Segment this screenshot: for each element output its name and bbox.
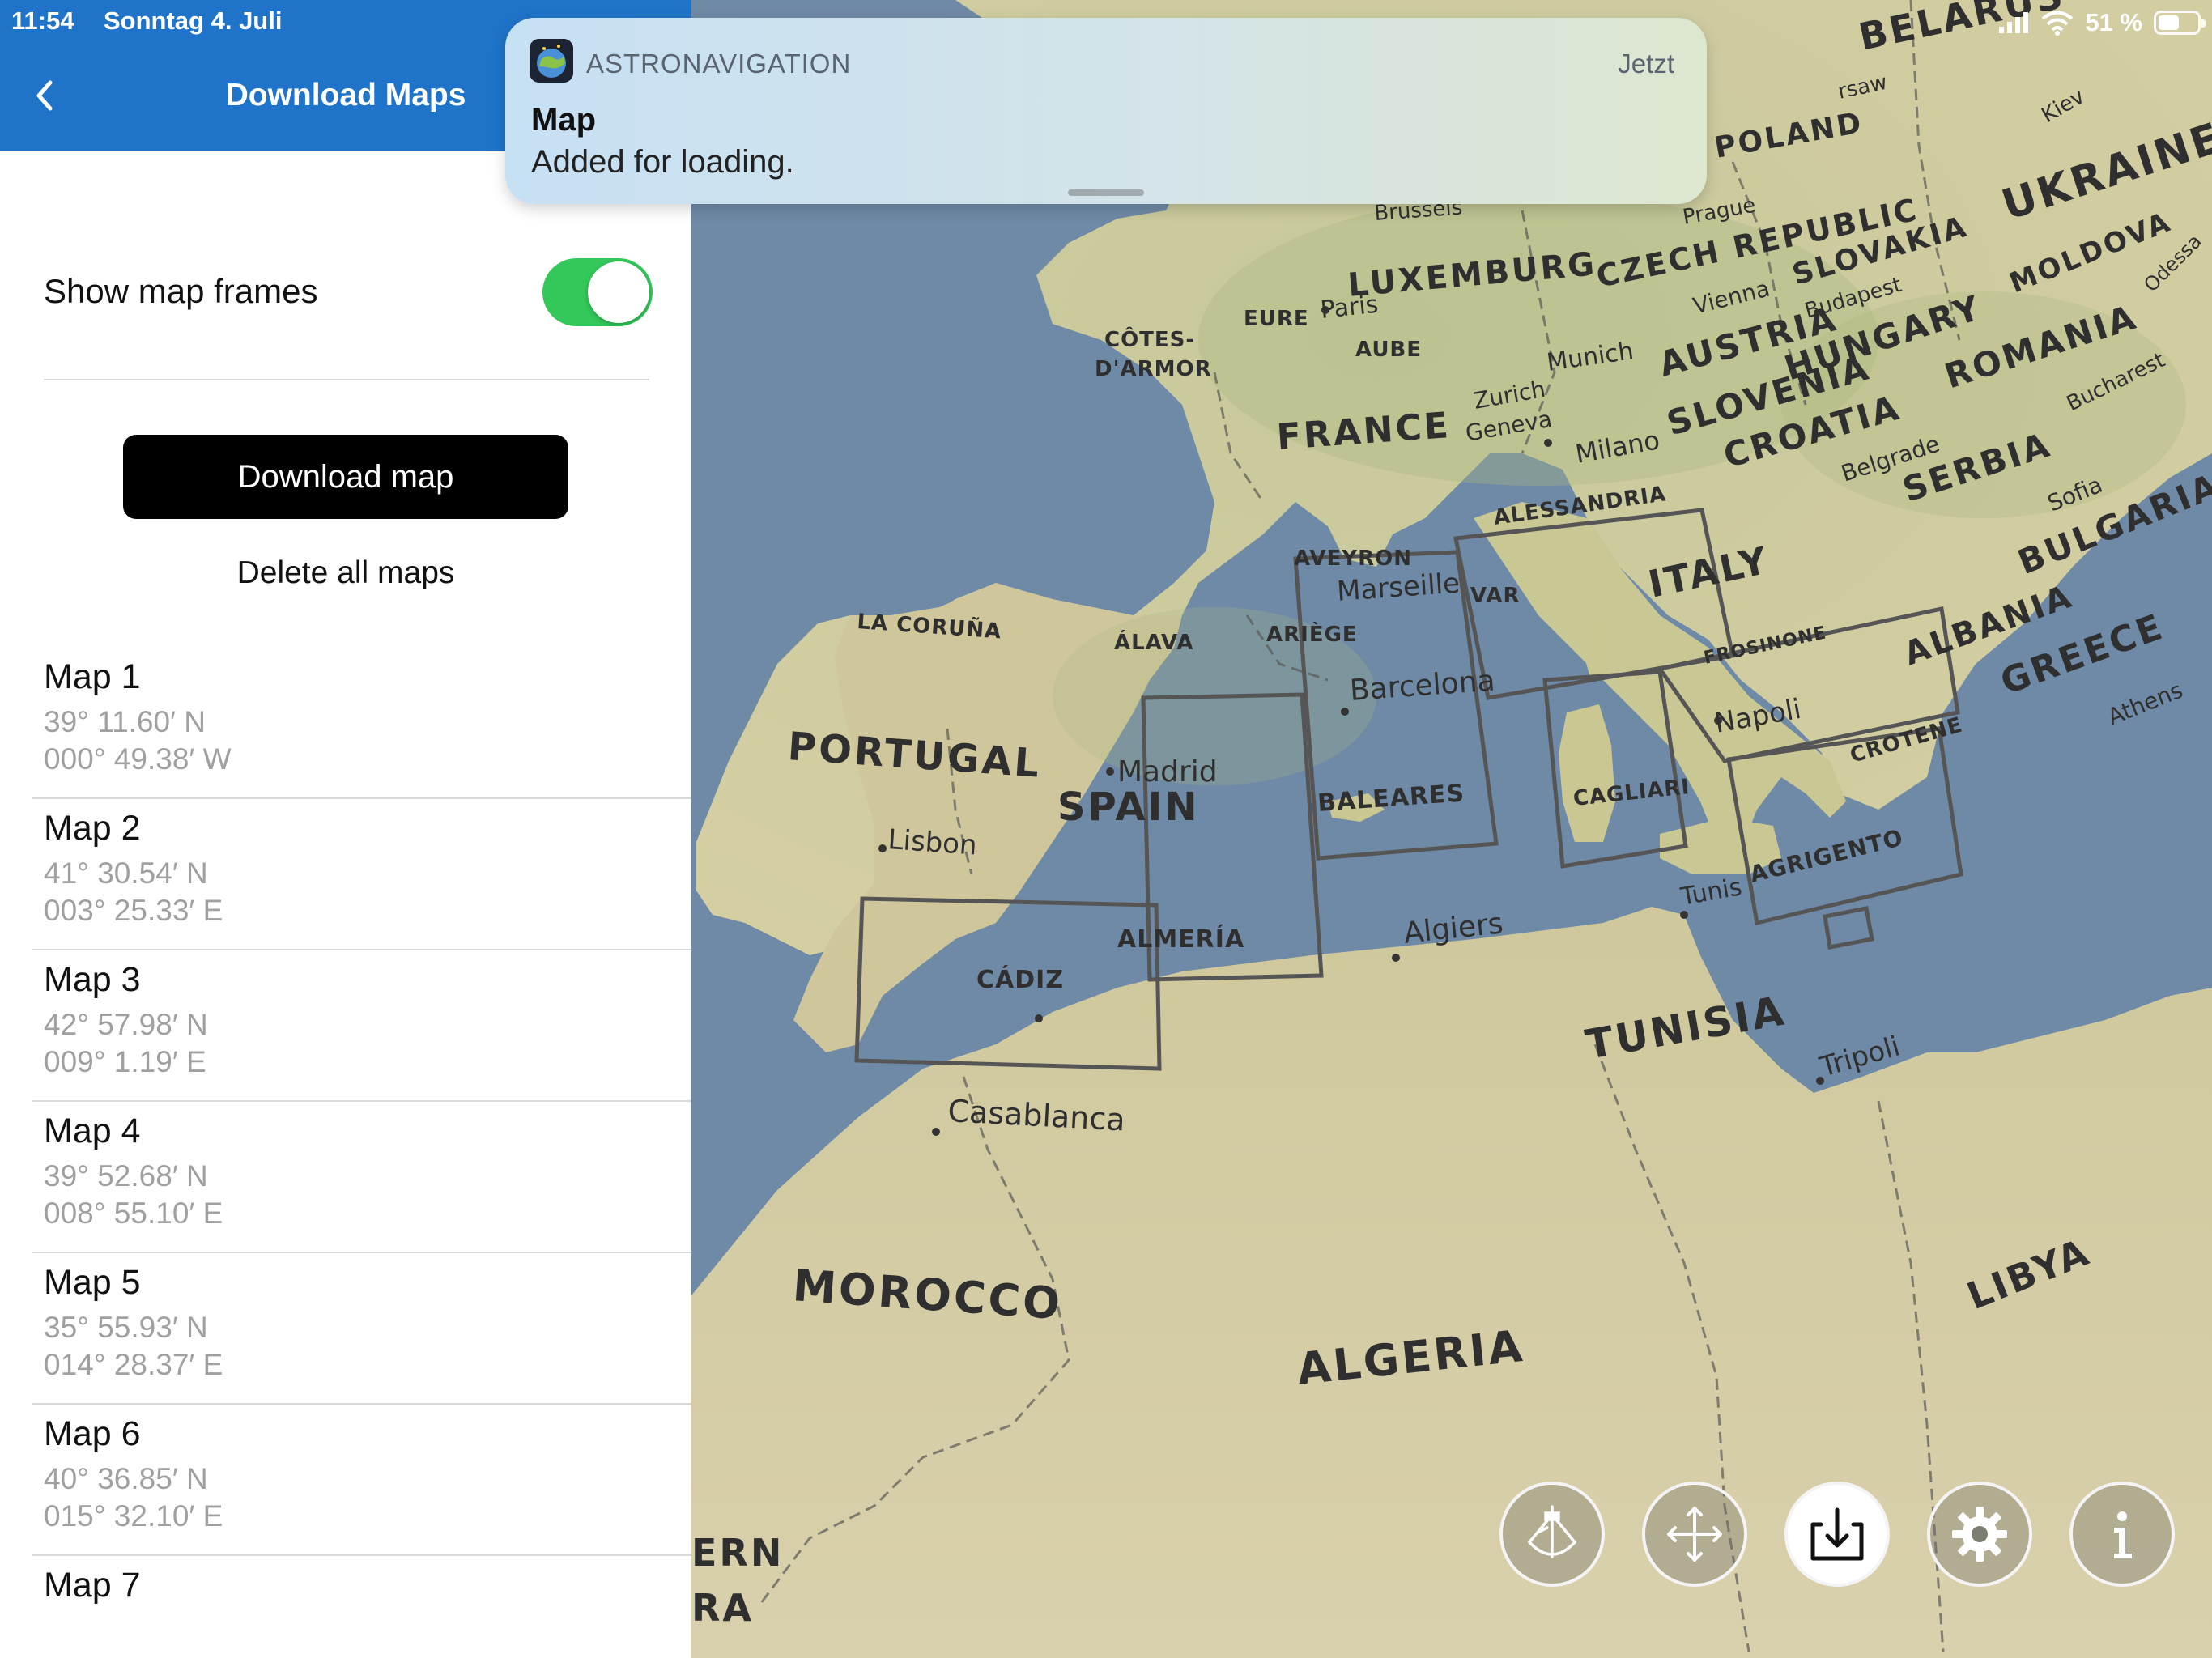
show-map-frames-label: Show map frames <box>44 272 318 310</box>
map-name: Map 6 <box>44 1414 141 1453</box>
label-eure: EURE <box>1244 307 1309 331</box>
show-map-frames-row: Show map frames <box>44 254 653 332</box>
map-longitude: 003° 25.33′ E <box>44 894 223 928</box>
map-list-item[interactable]: Map 4 39° 52.68′ N 008° 55.10′ E <box>32 1102 691 1253</box>
map-latitude: 42° 57.98′ N <box>44 1008 208 1042</box>
label-alava: ÁLAVA <box>1114 629 1194 655</box>
globe-icon <box>530 39 573 83</box>
map-latitude: 39° 52.68′ N <box>44 1159 208 1193</box>
label-lisbon: Lisbon <box>887 823 978 862</box>
map-name: Map 4 <box>44 1112 141 1150</box>
map-longitude: 015° 32.10′ E <box>44 1499 223 1533</box>
label-almeria: ALMERÍA <box>1117 925 1244 954</box>
notification-banner[interactable]: ASTRONAVIGATION Jetzt Map Added for load… <box>505 18 1707 204</box>
label-cadiz: CÁDIZ <box>976 965 1064 994</box>
map-longitude: 000° 49.38′ W <box>44 742 232 776</box>
map-list-item[interactable]: Map 3 42° 57.98′ N 009° 1.19′ E <box>32 950 691 1102</box>
map-latitude: 40° 36.85′ N <box>44 1462 208 1496</box>
notification-body: Added for loading. <box>531 144 794 180</box>
label-paris: Paris <box>1319 291 1380 325</box>
map-longitude: 009° 1.19′ E <box>44 1045 206 1079</box>
label-var: VAR <box>1470 584 1521 608</box>
map-name: Map 5 <box>44 1263 141 1302</box>
map-name: Map 1 <box>44 657 141 696</box>
settings-button[interactable] <box>1927 1482 2032 1587</box>
status-date: Sonntag 4. Juli <box>104 6 283 35</box>
cellular-signal-icon <box>1999 12 2029 33</box>
label-ariege: ARIÈGE <box>1266 621 1358 647</box>
label-western-sahara-2: RA <box>691 1586 754 1630</box>
label-cotes2: D'ARMOR <box>1095 357 1212 381</box>
notification-title: Map <box>531 102 596 138</box>
sextant-button[interactable] <box>1499 1482 1605 1587</box>
label-western-sahara-1: ERN <box>691 1531 784 1575</box>
wifi-icon <box>2042 11 2074 36</box>
download-icon <box>1810 1507 1864 1561</box>
map-name: Map 3 <box>44 960 141 999</box>
map-longitude: 014° 28.37′ E <box>44 1348 223 1382</box>
divider <box>44 379 649 380</box>
map-name: Map 2 <box>44 809 141 848</box>
status-time: 11:54 <box>11 6 74 35</box>
notification-grabber[interactable] <box>1068 189 1144 196</box>
map-list-item[interactable]: Map 6 40° 36.85′ N 015° 32.10′ E <box>32 1405 691 1556</box>
map-list: Map 1 39° 11.60′ N 000° 49.38′ W Map 2 4… <box>32 648 691 1658</box>
map-latitude: 35° 55.93′ N <box>44 1311 208 1345</box>
download-maps-panel: 11:54 Sonntag 4. Juli Download Maps Show… <box>0 0 691 1658</box>
battery-icon <box>2154 11 2206 35</box>
map-name: Map 7 <box>44 1566 141 1605</box>
move-icon <box>1667 1507 1722 1562</box>
label-spain: SPAIN <box>1057 784 1200 830</box>
info-button[interactable] <box>2069 1482 2175 1587</box>
notification-time: Jetzt <box>1618 49 1674 79</box>
download-maps-button[interactable] <box>1784 1482 1890 1587</box>
map-latitude: 41° 30.54′ N <box>44 857 208 891</box>
move-button[interactable] <box>1642 1482 1747 1587</box>
notification-app-name: ASTRONAVIGATION <box>586 49 852 79</box>
battery-percent: 51 % <box>2085 8 2142 36</box>
show-map-frames-toggle[interactable] <box>542 258 653 326</box>
app-icon <box>530 39 573 83</box>
map-list-item[interactable]: Map 7 <box>32 1556 691 1658</box>
label-aube: AUBE <box>1355 338 1422 362</box>
delete-all-maps-button[interactable]: Delete all maps <box>0 555 691 591</box>
map-list-item[interactable]: Map 2 41° 30.54′ N 003° 25.33′ E <box>32 799 691 950</box>
map-latitude: 39° 11.60′ N <box>44 705 206 739</box>
label-cotes1: CÔTES- <box>1104 326 1195 352</box>
map-list-item[interactable]: Map 5 35° 55.93′ N 014° 28.37′ E <box>32 1253 691 1405</box>
download-map-button[interactable]: Download map <box>123 435 568 519</box>
label-madrid: Madrid <box>1117 755 1218 789</box>
map-list-item[interactable]: Map 1 39° 11.60′ N 000° 49.38′ W <box>32 648 691 799</box>
label-aveyron: AVEYRON <box>1294 546 1412 571</box>
info-icon <box>2114 1511 2132 1558</box>
sextant-icon <box>1528 1505 1576 1558</box>
map-longitude: 008° 55.10′ E <box>44 1197 223 1231</box>
status-bar-right: 51 % <box>1997 6 2206 39</box>
gear-icon <box>1952 1507 2007 1562</box>
